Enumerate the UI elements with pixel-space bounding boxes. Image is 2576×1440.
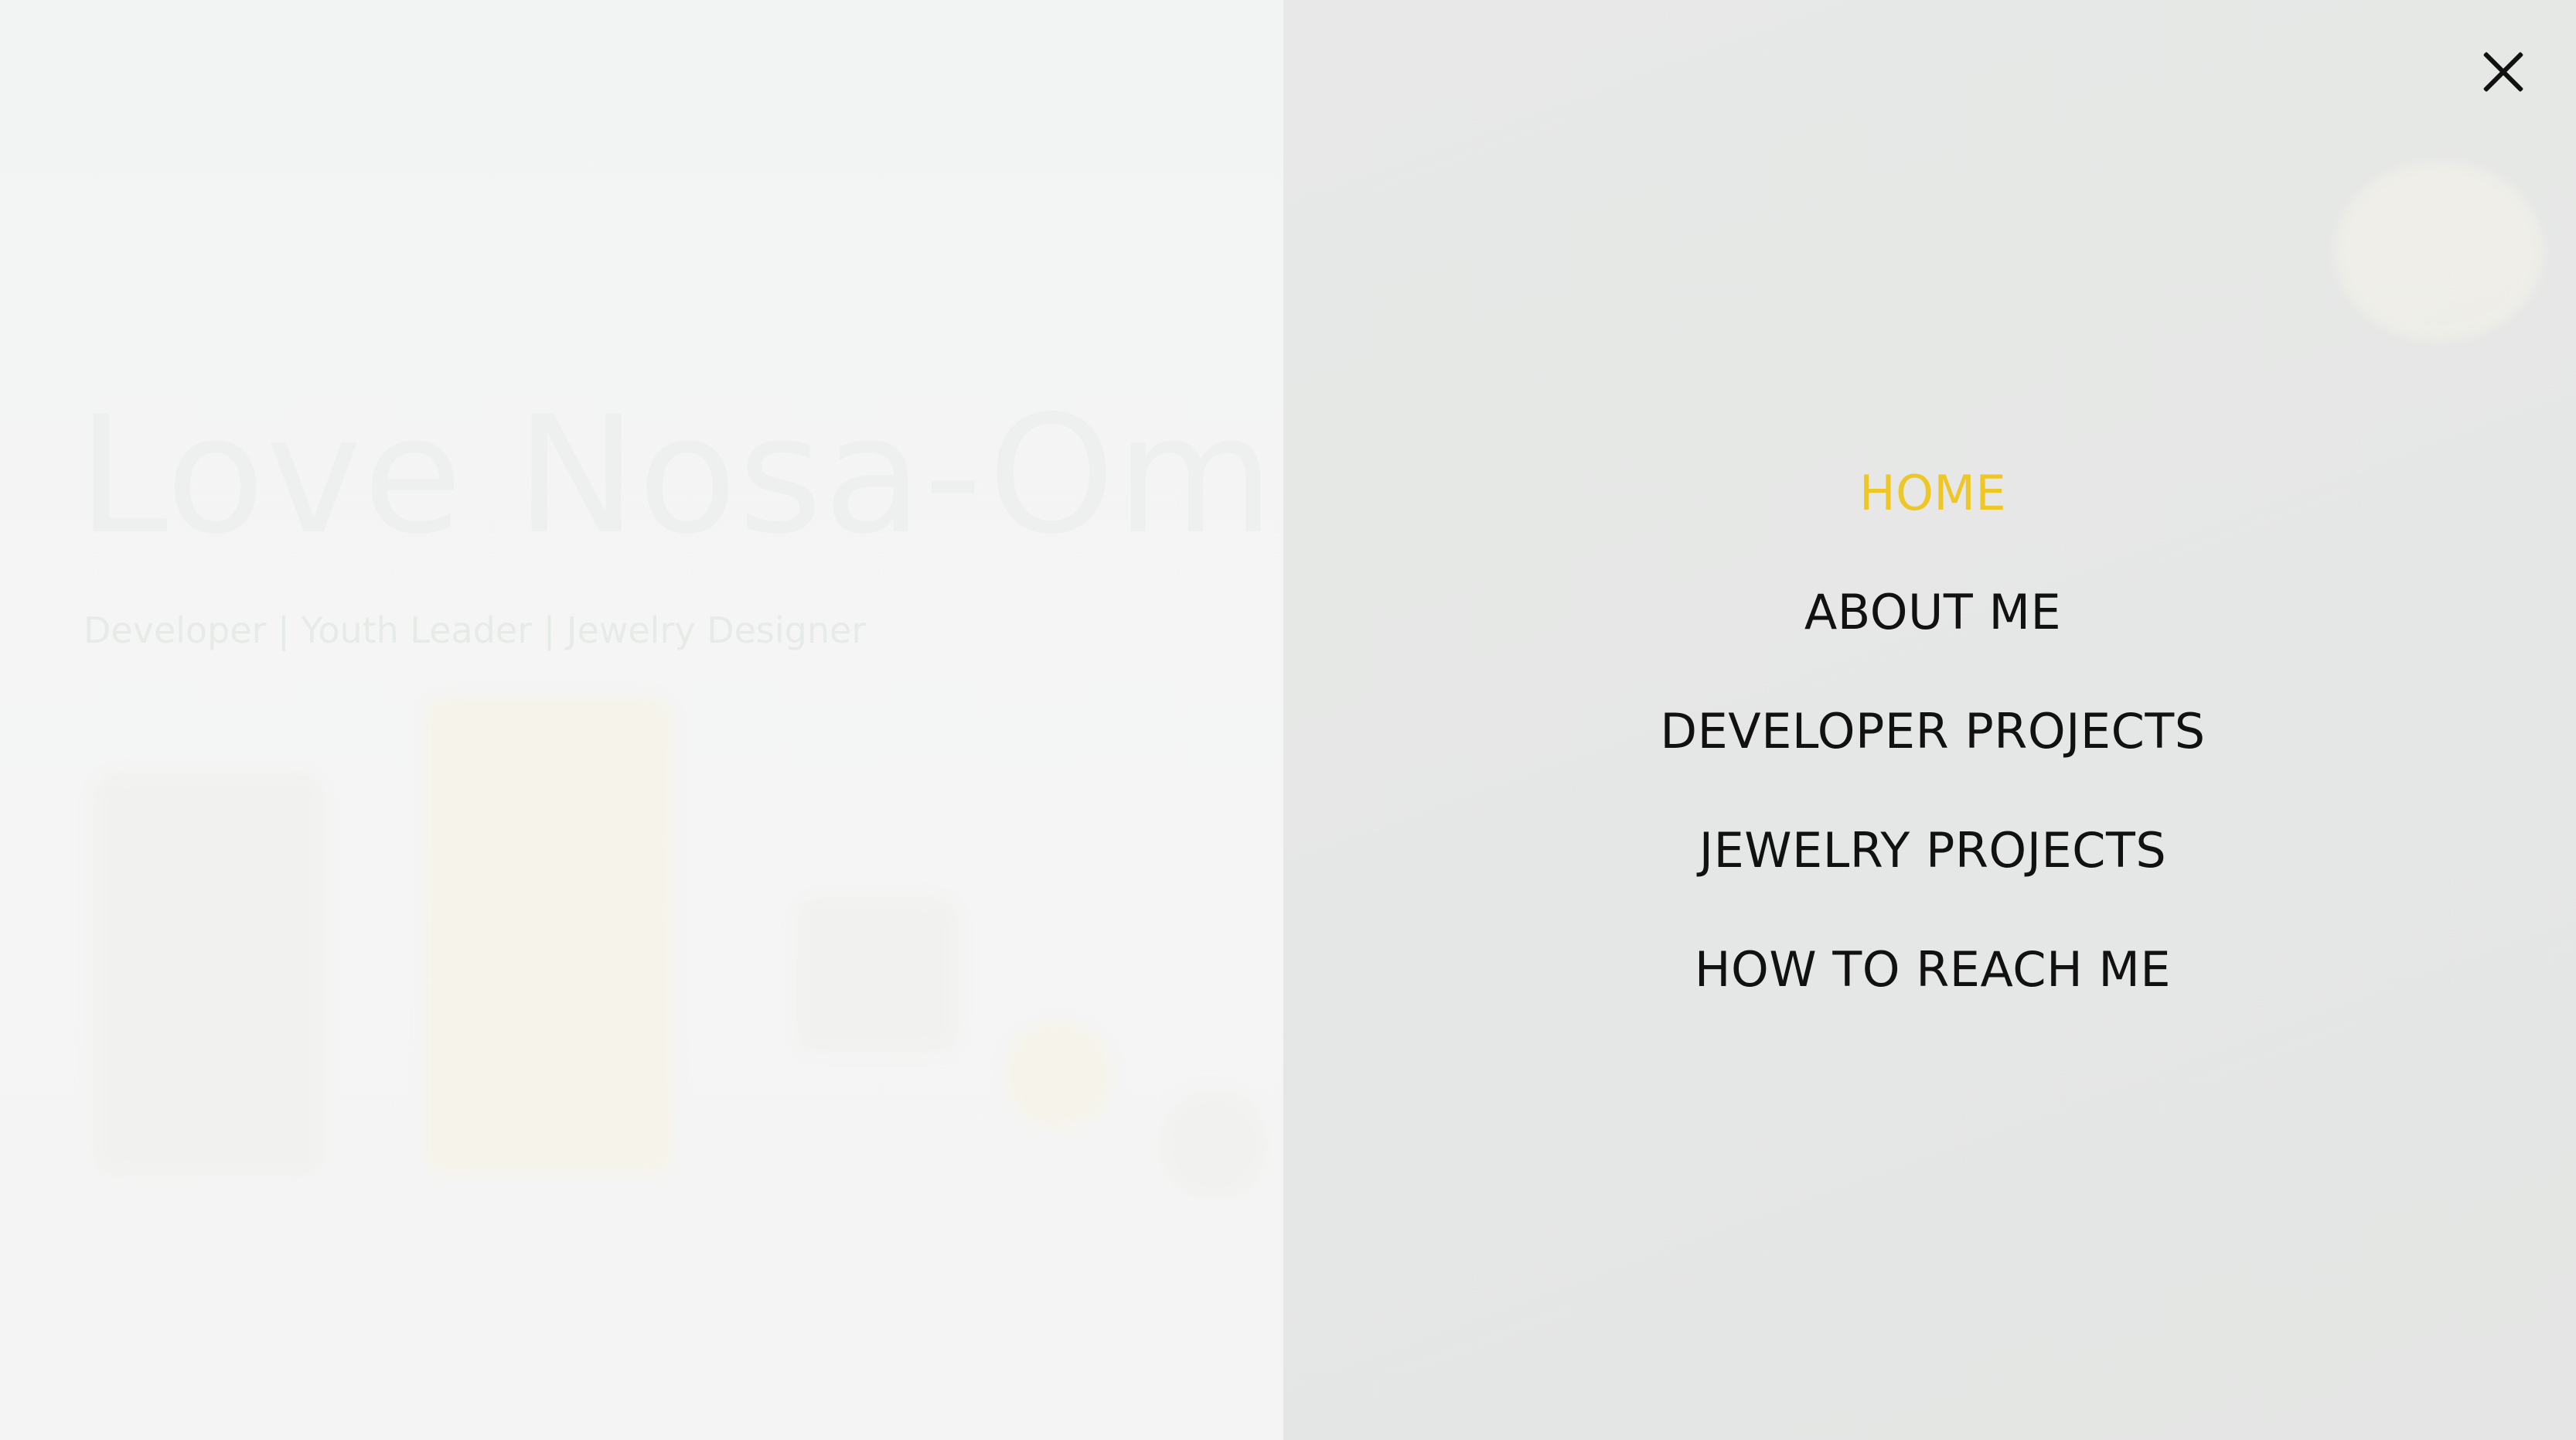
nav-item-jewelry-projects: JEWELRY PROJECTS: [1283, 790, 2576, 909]
main-navigation: HOME ABOUT ME DEVELOPER PROJECTS JEWELRY…: [1283, 433, 2576, 1029]
background-figure: [1160, 1090, 1268, 1199]
nav-link-developer-projects[interactable]: DEVELOPER PROJECTS: [1660, 703, 2205, 759]
background-figure: [93, 773, 325, 1176]
nav-link-jewelry-projects[interactable]: JEWELRY PROJECTS: [1699, 822, 2166, 879]
nav-item-how-to-reach-me: HOW TO REACH ME: [1283, 909, 2576, 1029]
background-decoration: [2335, 162, 2544, 340]
nav-item-home: HOME: [1283, 433, 2576, 552]
background-figure: [796, 897, 959, 1052]
background-figure: [425, 696, 673, 1176]
background-figure: [1005, 1021, 1113, 1129]
nav-item-developer-projects: DEVELOPER PROJECTS: [1283, 671, 2576, 790]
close-menu-label: Close menu: [2474, 42, 2475, 43]
nav-link-home[interactable]: HOME: [1859, 465, 2006, 521]
nav-link-about-me[interactable]: ABOUT ME: [1804, 584, 2061, 640]
hero-subtitle: Developer | Youth Leader | Jewelry Desig…: [83, 609, 867, 651]
nav-item-about-me: ABOUT ME: [1283, 552, 2576, 671]
close-menu-button[interactable]: Close menu: [2474, 42, 2536, 104]
nav-link-how-to-reach-me[interactable]: HOW TO REACH ME: [1695, 941, 2171, 998]
